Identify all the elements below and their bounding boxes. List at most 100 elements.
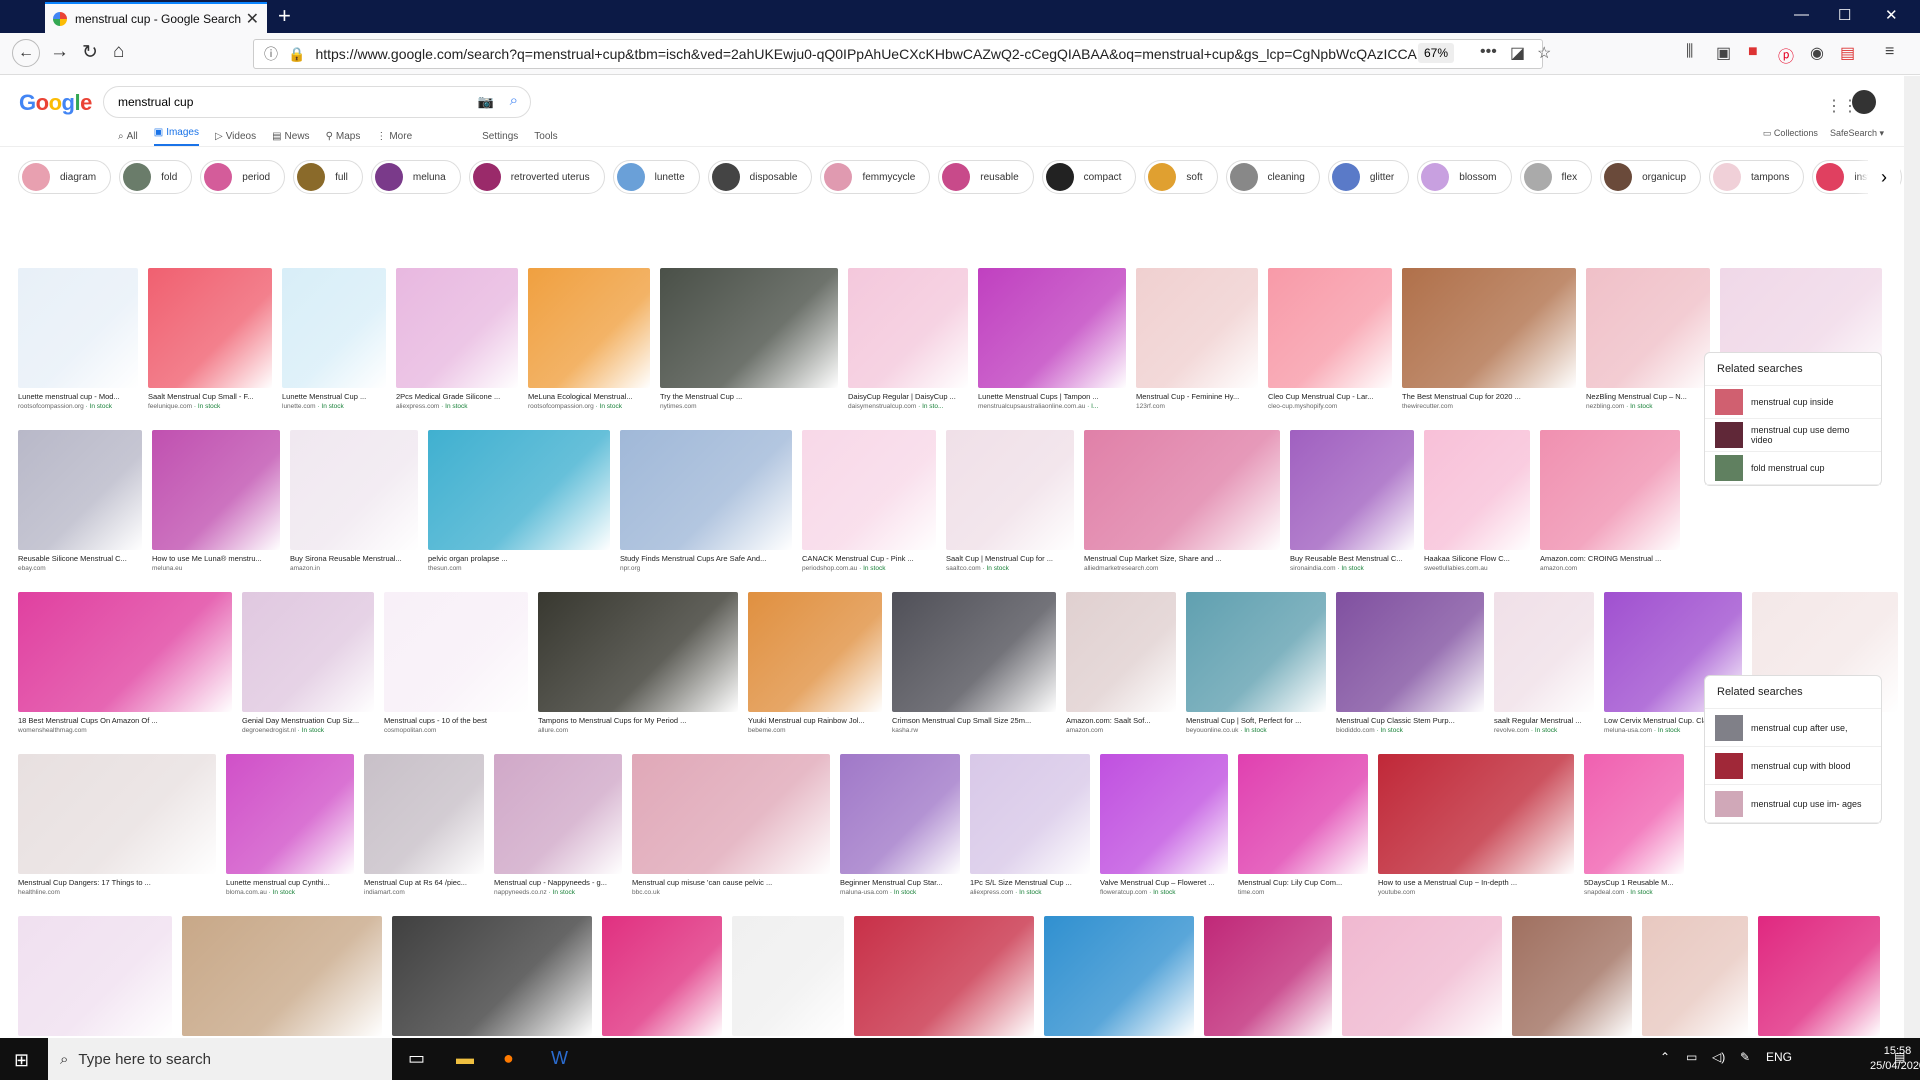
result-thumbnail[interactable] <box>1204 916 1332 1036</box>
result-thumbnail[interactable] <box>748 592 882 712</box>
image-result[interactable]: Lunette menstrual cup Cynthi... bloma.com… <box>226 754 354 896</box>
image-result[interactable]: Lunette Menstrual Cups | Tampon ... menst… <box>978 268 1126 410</box>
search-input[interactable]: menstrual cup 📷 ⌕ <box>103 86 531 118</box>
result-thumbnail[interactable] <box>364 754 484 874</box>
result-title[interactable]: Lunette menstrual cup Cynthi... <box>226 878 354 887</box>
result-title[interactable]: DaisyCup Regular | DaisyCup ... <box>848 392 968 401</box>
volume-icon[interactable]: ◁) <box>1712 1050 1725 1064</box>
taskbar-search[interactable]: ⌕ Type here to search <box>48 1038 392 1080</box>
result-thumbnail[interactable] <box>1066 592 1176 712</box>
result-title[interactable]: Menstrual cups - 10 of the best <box>384 716 528 725</box>
home-icon[interactable]: ⌂ <box>113 41 124 63</box>
result-title[interactable]: NezBling Menstrual Cup – N... <box>1586 392 1710 401</box>
file-explorer-icon[interactable]: ▬ <box>456 1048 474 1069</box>
result-title[interactable]: 18 Best Menstrual Cups On Amazon Of ... <box>18 716 232 725</box>
minimize-icon[interactable]: — <box>1794 6 1809 23</box>
image-result[interactable]: Menstrual Cup Classic Stem Purp... biodid… <box>1336 592 1484 734</box>
result-thumbnail[interactable] <box>1584 754 1684 874</box>
result-title[interactable]: Valve Menstrual Cup – Floweret ... <box>1100 878 1228 887</box>
result-title[interactable]: Amazon.com: Saalt Sof... <box>1066 716 1176 725</box>
address-bar[interactable]: ⓘ 🔒 https://www.google.com/search?q=mens… <box>253 39 1543 69</box>
image-result[interactable]: Menstrual cup misuse 'can cause pelvic .… <box>632 754 830 896</box>
result-title[interactable]: CANACK Menstrual Cup - Pink ... <box>802 554 936 563</box>
image-result[interactable]: Amplec Reusable Menstrual Cup for ...ind… <box>1342 916 1502 1038</box>
library-icon[interactable]: ⫼ <box>1686 43 1693 61</box>
image-result[interactable]: Diva Cup Menstrual Cup - Siz...bloma.com… <box>1512 916 1632 1038</box>
related-search-item[interactable]: menstrual cup after use, <box>1705 709 1881 747</box>
result-title[interactable]: How to use a Menstrual Cup ~ In-depth ..… <box>1378 878 1574 887</box>
result-thumbnail[interactable] <box>632 754 830 874</box>
image-result[interactable]: How to use a Menstrual Cup ~ In-depth ..… <box>1378 754 1574 896</box>
image-result[interactable]: Amazon.com: CROING Menstrual ... amazon.c… <box>1540 430 1680 572</box>
result-thumbnail[interactable] <box>152 430 280 550</box>
result-thumbnail[interactable] <box>18 754 216 874</box>
result-title[interactable]: The Best Menstrual Cup for 2020 ... <box>1402 392 1576 401</box>
result-title[interactable]: Lunette menstrual cup - Mod... <box>18 392 138 401</box>
result-thumbnail[interactable] <box>602 916 722 1036</box>
result-thumbnail[interactable] <box>1342 916 1502 1036</box>
image-result[interactable]: 1Pc S/L Size Menstrual Cup ... aliexpress… <box>970 754 1090 896</box>
image-result[interactable]: Amazon.com: Saalt Sof... amazon.com <box>1066 592 1176 734</box>
result-thumbnail[interactable] <box>1084 430 1280 550</box>
menu-icon[interactable]: ≡ <box>1885 43 1894 61</box>
network-icon[interactable]: ▭ <box>1686 1050 1697 1064</box>
image-result[interactable]: Menstrual Cups for Your Period ...vice.c… <box>392 916 592 1038</box>
image-result[interactable]: 5DaysCup 1 Reusable M... snapdeal.com · I… <box>1584 754 1684 896</box>
scrollbar[interactable] <box>1904 76 1920 1038</box>
result-title[interactable]: 1Pc S/L Size Menstrual Cup ... <box>970 878 1090 887</box>
result-thumbnail[interactable] <box>660 268 838 388</box>
image-result[interactable]: Lunette Menstrual Cup ... lunette.com · I… <box>282 268 386 410</box>
pocket-icon[interactable]: ◪ <box>1510 43 1525 63</box>
result-thumbnail[interactable] <box>1100 754 1228 874</box>
result-title[interactable]: saalt Regular Menstrual ... <box>1494 716 1594 725</box>
result-title[interactable]: Tampons to Menstrual Cups for My Period … <box>538 716 738 725</box>
related-search-item[interactable]: fold menstrual cup <box>1705 452 1881 485</box>
info-icon[interactable]: ⓘ <box>264 44 278 64</box>
image-result[interactable]: NezBling Menstrual Cup – N... nezbling.co… <box>1586 268 1710 410</box>
image-result[interactable]: Menstrual Cup at Rs 64 /piec... indiamart… <box>364 754 484 896</box>
result-title[interactable]: Amazon.com: CROING Menstrual ... <box>1540 554 1680 563</box>
bookmark-star-icon[interactable]: ☆ <box>1537 43 1551 63</box>
result-thumbnail[interactable] <box>620 430 792 550</box>
result-thumbnail[interactable] <box>226 754 354 874</box>
result-thumbnail[interactable] <box>1268 268 1392 388</box>
result-thumbnail[interactable] <box>538 592 738 712</box>
related-search-item[interactable]: menstrual cup use im- ages <box>1705 785 1881 823</box>
firefox-icon[interactable]: ● <box>503 1048 514 1069</box>
result-thumbnail[interactable] <box>494 754 622 874</box>
close-window-icon[interactable]: ✕ <box>1885 6 1898 24</box>
image-result[interactable]: Menstrual Cup | Soft, Perfect for ... bey… <box>1186 592 1326 734</box>
result-thumbnail[interactable] <box>428 430 610 550</box>
image-result[interactable]: Genial Day Menstruation Cup Siz... degroe… <box>242 592 374 734</box>
result-thumbnail[interactable] <box>18 430 142 550</box>
image-result[interactable]: saalt Regular Menstrual ... revolve.com ·… <box>1494 592 1594 734</box>
maximize-icon[interactable]: ☐ <box>1838 6 1851 24</box>
more-actions-icon[interactable]: ••• <box>1480 43 1497 61</box>
image-result[interactable]: Menstrual Cup - Feminine Hy... 123rf.com <box>1136 268 1258 410</box>
result-title[interactable]: Buy Reusable Best Menstrual C... <box>1290 554 1414 563</box>
result-title[interactable]: Menstrual Cup Market Size, Share and ... <box>1084 554 1280 563</box>
forward-icon[interactable]: → <box>50 41 69 63</box>
result-thumbnail[interactable] <box>732 916 844 1036</box>
image-result[interactable]: MeLuna Ecological Menstrual... rootsofcom… <box>528 268 650 410</box>
chevron-up-icon[interactable]: ⌃ <box>1660 1050 1670 1064</box>
result-thumbnail[interactable] <box>290 430 418 550</box>
result-title[interactable]: Beginner Menstrual Cup Star... <box>840 878 960 887</box>
result-thumbnail[interactable] <box>396 268 518 388</box>
result-thumbnail[interactable] <box>1336 592 1484 712</box>
result-thumbnail[interactable] <box>1402 268 1576 388</box>
avatar[interactable] <box>1852 90 1876 114</box>
image-result[interactable]: Menstrual cups - 10 of the best cosmopoli… <box>384 592 528 734</box>
result-title[interactable]: Menstrual Cup | Soft, Perfect for ... <box>1186 716 1326 725</box>
result-title[interactable]: Lunette Menstrual Cup ... <box>282 392 386 401</box>
image-result[interactable]: Try the Menstrual Cup ... nytimes.com <box>660 268 838 410</box>
image-result[interactable]: Saalt Menstrual Cup Small - F... feeluniq… <box>148 268 272 410</box>
image-result[interactable]: Haakaa Silicone Flow C... sweetlullabies.… <box>1424 430 1530 572</box>
result-thumbnail[interactable] <box>854 916 1034 1036</box>
result-title[interactable]: Menstrual Cup at Rs 64 /piec... <box>364 878 484 887</box>
result-thumbnail[interactable] <box>1238 754 1368 874</box>
image-result[interactable]: Menstrual Cup Dangers: 17 Things to ... h… <box>18 754 216 896</box>
result-thumbnail[interactable] <box>848 268 968 388</box>
result-title[interactable]: Menstrual Cup: Lily Cup Com... <box>1238 878 1368 887</box>
image-result[interactable]: Buy Sirona Reusable Menstrual... amazon.i… <box>290 430 418 572</box>
